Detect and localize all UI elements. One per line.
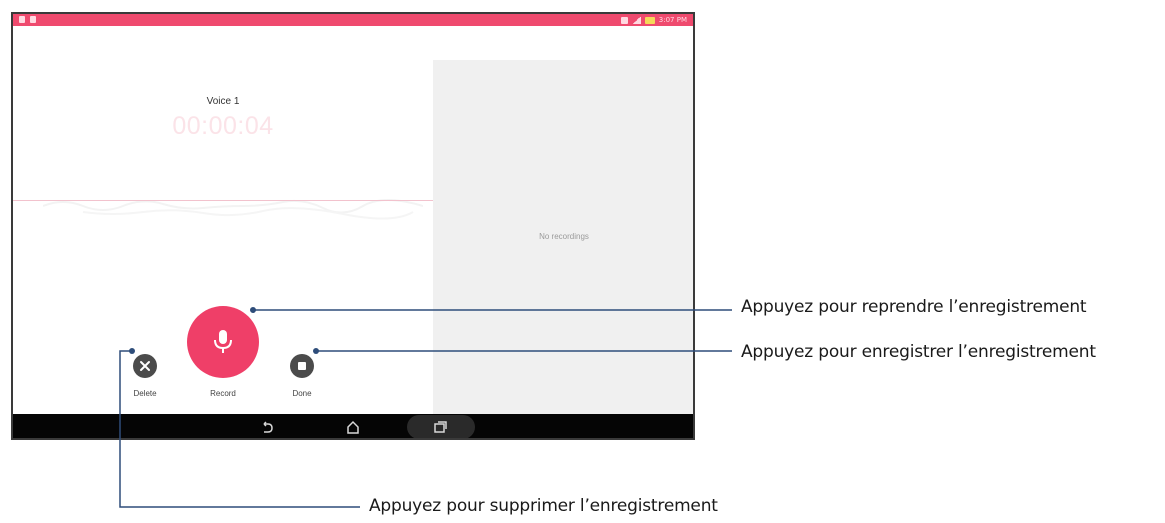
page: 3:07 PM Voice 1 00:00:04 Delete Record D… [0, 0, 1165, 523]
recording-timer: 00:00:04 [172, 112, 274, 140]
callout-save: Appuyez pour enregistrer l’enregistremen… [741, 342, 1096, 362]
done-button[interactable] [290, 354, 314, 378]
status-bar: 3:07 PM [13, 14, 693, 26]
callout-delete: Appuyez pour supprimer l’enregistrement [369, 496, 718, 516]
empty-list-message: No recordings [539, 232, 589, 241]
close-icon [140, 361, 150, 371]
notification-icon [30, 16, 36, 23]
status-notifications [19, 16, 36, 23]
record-button[interactable] [187, 306, 259, 378]
delete-label: Delete [133, 389, 157, 398]
device-screen: 3:07 PM Voice 1 00:00:04 Delete Record D… [11, 12, 695, 440]
notification-icon [19, 16, 25, 23]
recordings-list: No recordings [433, 60, 693, 414]
navigation-bar [13, 414, 693, 438]
callout-resume: Appuyez pour reprendre l’enregistrement [741, 297, 1087, 317]
status-time: 3:07 PM [658, 16, 687, 24]
microphone-icon [214, 330, 232, 353]
delete-button[interactable] [133, 354, 157, 378]
screenshot-icon [620, 16, 628, 24]
record-label: Record [210, 389, 236, 398]
back-icon[interactable] [259, 419, 275, 435]
battery-icon [644, 16, 655, 24]
waveform [43, 199, 423, 220]
recording-title: Voice 1 [206, 96, 240, 107]
stop-icon [298, 362, 306, 370]
recents-icon[interactable] [432, 419, 448, 435]
waveform-baseline [13, 200, 433, 201]
done-label: Done [292, 389, 312, 398]
signal-icon [631, 16, 641, 24]
status-indicators: 3:07 PM [620, 14, 687, 26]
recorder-panel: Voice 1 00:00:04 Delete Record Done [13, 26, 433, 414]
home-icon[interactable] [345, 419, 361, 435]
